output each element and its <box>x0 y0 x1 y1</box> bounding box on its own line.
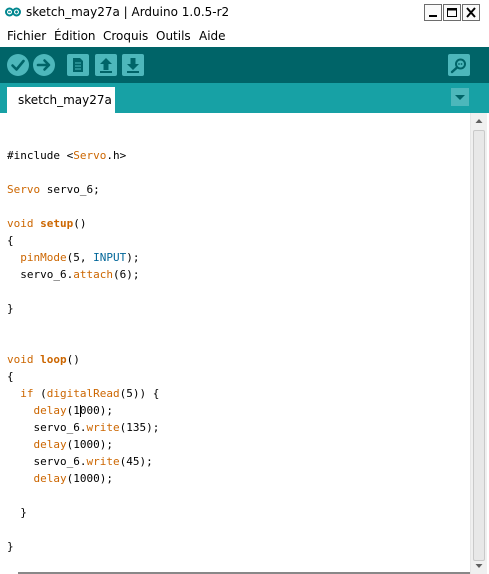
code-line: void setup() <box>7 217 87 230</box>
menu-bar: Fichier Édition Croquis Outils Aide <box>0 26 489 46</box>
tab-bar: sketch_may27a <box>0 83 489 113</box>
code-line: Servo servo_6; <box>7 183 100 196</box>
toolbar <box>0 47 489 83</box>
menu-aide[interactable]: Aide <box>199 29 226 43</box>
tab-menu-chevron-down-icon[interactable] <box>451 88 469 106</box>
maximize-button[interactable] <box>443 4 461 21</box>
code-line: servo_6.write(135); <box>7 421 160 434</box>
code-line: servo_6.write(45); <box>7 455 153 468</box>
upload-icon[interactable] <box>32 53 56 77</box>
code-editor[interactable]: #include <Servo.h> Servo servo_6; void s… <box>0 113 470 574</box>
code-line: servo_6.attach(6); <box>7 268 140 281</box>
code-line: void loop() <box>7 353 80 366</box>
code-line: delay(1000); <box>33 472 113 485</box>
open-icon[interactable] <box>94 53 118 77</box>
save-icon[interactable] <box>121 53 145 77</box>
maximize-icon <box>447 8 457 17</box>
vertical-scrollbar[interactable] <box>470 113 487 574</box>
tab-label: sketch_may27a <box>18 93 112 107</box>
code-line: } <box>7 506 27 519</box>
menu-edition[interactable]: Édition <box>54 29 96 43</box>
code-line: delay(1000); <box>33 438 113 451</box>
title-bar: sketch_may27a | Arduino 1.0.5-r2 <box>0 0 489 27</box>
code-line: { <box>7 234 14 247</box>
tab-sketch[interactable]: sketch_may27a <box>7 87 115 113</box>
minimize-button[interactable] <box>424 4 442 21</box>
scroll-up-arrow-icon[interactable] <box>471 113 487 129</box>
code-line: #include <Servo.h> <box>7 149 127 162</box>
close-icon <box>466 7 476 18</box>
verify-icon[interactable] <box>6 53 30 77</box>
code-line: if (digitalRead(5)) { <box>20 387 160 400</box>
minimize-icon <box>429 15 437 17</box>
code-line: pinMode(5, INPUT); <box>20 251 140 264</box>
menu-croquis[interactable]: Croquis <box>103 29 148 43</box>
menu-outils[interactable]: Outils <box>156 29 191 43</box>
close-button[interactable] <box>462 4 480 21</box>
arduino-logo-icon <box>5 7 21 17</box>
window-title: sketch_may27a | Arduino 1.0.5-r2 <box>26 5 230 19</box>
scroll-down-arrow-icon[interactable] <box>471 558 487 574</box>
menu-fichier[interactable]: Fichier <box>7 29 46 43</box>
code-line: } <box>7 302 14 315</box>
new-icon[interactable] <box>66 53 90 77</box>
code-line: delay(1000); <box>33 404 113 417</box>
serial-monitor-icon[interactable] <box>447 53 471 77</box>
code-line: } <box>7 540 14 553</box>
code-line: { <box>7 370 14 383</box>
text-cursor <box>79 405 81 417</box>
scrollbar-thumb[interactable] <box>473 130 485 561</box>
